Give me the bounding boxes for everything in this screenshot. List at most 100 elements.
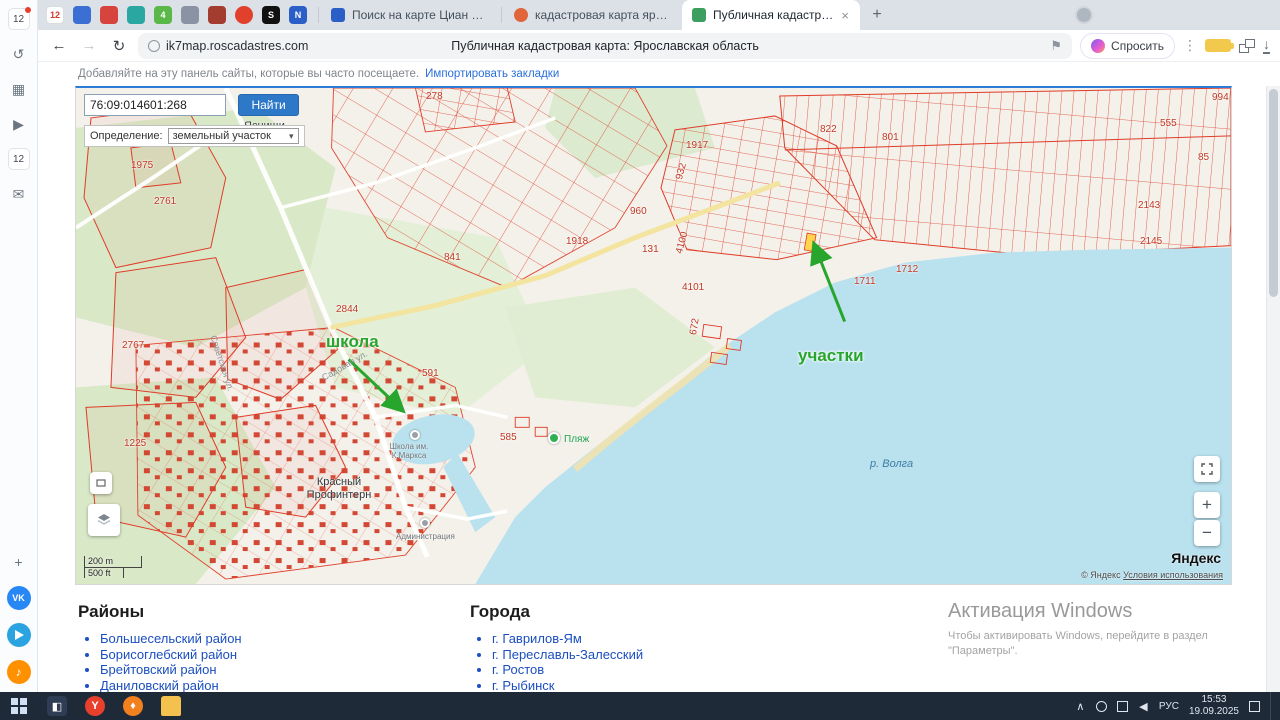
- new-tab-button[interactable]: +: [866, 4, 888, 26]
- tray-chevron-up-icon[interactable]: ∧: [1075, 701, 1086, 712]
- services-grid-icon[interactable]: ▦: [8, 78, 30, 100]
- fullscreen-button[interactable]: [1194, 456, 1220, 482]
- zoom-out-button[interactable]: −: [1194, 520, 1220, 546]
- add-panel-icon[interactable]: +: [8, 551, 30, 573]
- pinned-tab-icon[interactable]: [100, 6, 118, 24]
- layers-button[interactable]: [88, 504, 120, 536]
- windows-logo-icon: [11, 698, 27, 714]
- beach-poi-icon[interactable]: [548, 432, 560, 444]
- calendar-icon[interactable]: 12: [8, 148, 30, 170]
- list-item: г. Рыбинск: [492, 678, 830, 693]
- district-link[interactable]: Даниловский район: [100, 678, 219, 693]
- terms-link[interactable]: Условия использования: [1123, 570, 1223, 580]
- district-link[interactable]: Борисоглебский район: [100, 647, 237, 662]
- parcel-number-label: 85: [1198, 152, 1209, 163]
- parcel-number-label: 4101: [682, 282, 704, 293]
- zoom-in-button[interactable]: +: [1194, 492, 1220, 518]
- tray-status-icon[interactable]: [1117, 701, 1128, 712]
- pinned-tab-icon[interactable]: 12: [46, 6, 64, 24]
- cadastre-search-input[interactable]: [84, 94, 226, 116]
- chevron-down-icon: ▾: [289, 131, 294, 142]
- map-search-panel: Найти Определение: земельный участок ▾: [84, 94, 305, 147]
- reload-button[interactable]: ↻: [108, 35, 130, 57]
- yandex-logo[interactable]: Яндекс: [1171, 550, 1221, 566]
- taskbar-app-explorer[interactable]: [152, 692, 190, 720]
- tab-close-icon[interactable]: ×: [840, 8, 850, 23]
- administration-poi-icon[interactable]: [420, 518, 430, 528]
- district-link[interactable]: Большесельский район: [100, 631, 242, 646]
- parcel-number-label: 1975: [131, 160, 153, 171]
- site-info[interactable]: ik7map.roscadastres.com: [148, 39, 308, 53]
- districts-section: Районы Большесельский район Борисоглебск…: [78, 602, 438, 692]
- find-button[interactable]: Найти: [238, 94, 298, 116]
- start-button[interactable]: [0, 692, 38, 720]
- tray-status-icon[interactable]: [1096, 701, 1107, 712]
- watermark-title: Активация Windows: [948, 600, 1248, 623]
- tab-favicon: [514, 8, 528, 22]
- menu-kebab-icon[interactable]: ⋮: [1183, 37, 1197, 54]
- downloads-icon[interactable]: ↓: [1263, 38, 1270, 54]
- language-indicator[interactable]: РУС: [1159, 701, 1179, 712]
- scrollbar[interactable]: [1266, 86, 1280, 692]
- notification-center-icon[interactable]: [1249, 701, 1260, 712]
- districts-title: Районы: [78, 602, 438, 622]
- pinned-tab-icon[interactable]: N: [289, 6, 307, 24]
- cadastral-map[interactable]: 1975 2761 2767 1225 2844 841 591 585 191…: [75, 86, 1232, 585]
- definition-select[interactable]: земельный участок ▾: [168, 128, 299, 144]
- back-button[interactable]: ←: [48, 35, 70, 57]
- definition-label: Определение:: [90, 130, 163, 142]
- forward-button[interactable]: →: [78, 35, 100, 57]
- bookmark-flag-icon[interactable]: ⚑: [1050, 38, 1062, 54]
- school-poi-icon[interactable]: [410, 430, 420, 440]
- tab-cadastre-search[interactable]: кадастровая карта яросл…: [504, 0, 682, 30]
- parcel-number-label: 822: [820, 124, 837, 135]
- map-canvas[interactable]: [76, 88, 1231, 584]
- pinned-tab-icon[interactable]: 4: [154, 6, 172, 24]
- screen: 12 ↺ ▦ ▶ 12 ✉ + VK ♪ 12 4 S N Поиск на к…: [0, 0, 1280, 720]
- city-link[interactable]: г. Ростов: [492, 662, 544, 677]
- scrollbar-thumb[interactable]: [1269, 89, 1278, 297]
- pinned-tab-icon[interactable]: S: [262, 6, 280, 24]
- district-link[interactable]: Брейтовский район: [100, 662, 217, 677]
- pinned-tab-icon[interactable]: [181, 6, 199, 24]
- ask-alice-button[interactable]: Спросить: [1080, 33, 1175, 59]
- city-link[interactable]: г. Переславль-Залесский: [492, 647, 643, 662]
- definition-row: Определение: земельный участок ▾: [84, 125, 305, 147]
- pinned-tab-icon[interactable]: [235, 6, 253, 24]
- alice-icon: [1091, 39, 1105, 53]
- vk-icon[interactable]: VK: [7, 586, 31, 610]
- tray-volume-icon[interactable]: ◀: [1138, 701, 1149, 712]
- measure-button[interactable]: [90, 472, 112, 494]
- import-bookmarks-link[interactable]: Импортировать закладки: [425, 68, 559, 80]
- tabs-stack-icon[interactable]: [1239, 39, 1255, 53]
- extension-badge-icon[interactable]: 12: [8, 8, 30, 30]
- pinned-tab-icon[interactable]: [208, 6, 226, 24]
- music-icon[interactable]: ♪: [7, 660, 31, 684]
- parcel-number-label: 1711: [854, 276, 876, 287]
- time: 15:53: [1201, 694, 1226, 705]
- city-link[interactable]: г. Рыбинск: [492, 678, 554, 693]
- play-icon[interactable]: ▶: [8, 113, 30, 135]
- taskbar-app-orange[interactable]: ♦: [114, 692, 152, 720]
- address-bar[interactable]: ik7map.roscadastres.com Публичная кадаст…: [138, 33, 1072, 59]
- divider: [501, 7, 502, 23]
- browser-toolbar: ← → ↻ ik7map.roscadastres.com Публичная …: [38, 30, 1280, 62]
- chat-icon[interactable]: ✉: [8, 183, 30, 205]
- date: 19.09.2025: [1189, 706, 1239, 717]
- taskbar-clock[interactable]: 15:53 19.09.2025: [1189, 694, 1239, 718]
- pinned-tab-icon[interactable]: [73, 6, 91, 24]
- telegram-icon[interactable]: [7, 623, 31, 647]
- history-icon[interactable]: ↺: [8, 43, 30, 65]
- parcel-number-label: 1918: [566, 236, 588, 247]
- tab-cian-search[interactable]: Поиск на карте Циан в М…: [321, 0, 499, 30]
- battery-icon[interactable]: [1205, 39, 1231, 52]
- taskbar-app-yandex-browser[interactable]: Y: [76, 692, 114, 720]
- avatar[interactable]: [1075, 6, 1093, 24]
- river-label: р. Волга: [870, 458, 913, 470]
- parcel-number-label: 1712: [896, 264, 918, 275]
- taskbar-app-mail[interactable]: ◧: [38, 692, 76, 720]
- tab-public-cadastre-map[interactable]: Публичная кадастрова… ×: [682, 0, 860, 30]
- city-link[interactable]: г. Гаврилов-Ям: [492, 631, 582, 646]
- show-desktop-button[interactable]: [1270, 692, 1274, 720]
- pinned-tab-icon[interactable]: [127, 6, 145, 24]
